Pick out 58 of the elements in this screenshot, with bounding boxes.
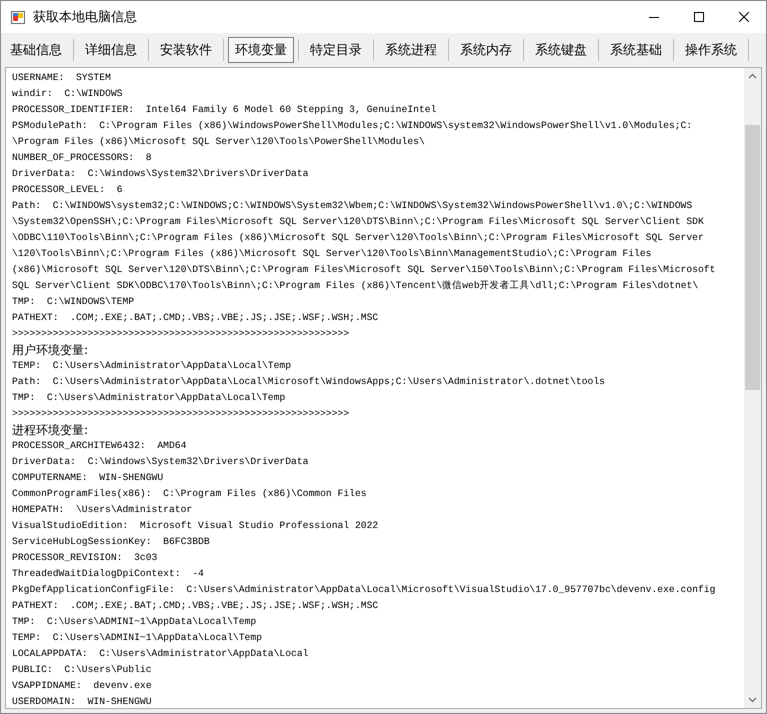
text-line: >>>>>>>>>>>>>>>>>>>>>>>>>>>>>>>>>>>>>>>>>>>>>>>>>>>>>>>>>> [12, 327, 350, 341]
text-line: DriverData: C:\Windows\System32\Drivers\DriverData [12, 167, 308, 181]
text-line: NUMBER_OF_PROCESSORS: 8 [12, 151, 152, 165]
minimize-icon[interactable] [648, 16, 658, 18]
text-line: ThreadedWaitDialogDpiContext: -4 [12, 567, 204, 581]
tab[interactable]: 详细信息 [78, 37, 144, 63]
tab[interactable]: 系统键盘 [528, 37, 594, 63]
text-line: \120\Tools\Binn\;C:\Program Files (x86)\Microsoft SQL Server\120\Tools\Binn\ManagementStudio\;C:\Program Files [12, 247, 652, 261]
text-line: LOCALAPPDATA: C:\Users\Administrator\AppData\Local [12, 647, 308, 661]
tab[interactable]: 系统基础 [603, 37, 669, 63]
text-line: \ODBC\110\Tools\Binn\;C:\Program Files (x86)\Microsoft SQL Server\120\Tools\Binn\;C:\Program Files\Microsoft SQL Server [12, 231, 704, 245]
text-line: PATHEXT: .COM;.EXE;.BAT;.CMD;.VBS;.VBE;.JS;.JSE;.WSF;.WSH;.MSC [12, 599, 378, 613]
text-line: USERNAME: SYSTEM [12, 71, 111, 85]
tab[interactable]: 环境变量 [228, 37, 294, 63]
section-heading: 进程环境变量: [12, 422, 88, 438]
text-line: HOMEPATH: \Users\Administrator [12, 503, 192, 517]
tab[interactable]: 基础信息 [3, 37, 69, 63]
text-line: \System32\OpenSSH\;C:\Program Files\Microsoft SQL Server\120\DTS\Binn\;C:\Program Files\Microsoft SQL Server\Client SDK [12, 215, 704, 229]
scroll-thumb[interactable] [745, 125, 760, 390]
text-line: VisualStudioEdition: Microsoft Visual Studio Professional 2022 [12, 519, 378, 533]
scrollbar[interactable] [744, 68, 761, 708]
text-line: PUBLIC: C:\Users\Public [12, 663, 152, 677]
text-line: USERDOMAIN: WIN-SHENGWU [12, 695, 152, 708]
text-line: PROCESSOR_IDENTIFIER: Intel64 Family 6 Model 60 Stepping 3, GenuineIntel [12, 103, 436, 117]
text-line: TMP: C:\WINDOWS\TEMP [12, 295, 134, 309]
text-line: ServiceHubLogSessionKey: B6FC3BDB [12, 535, 210, 549]
text-line: PROCESSOR_LEVEL: 6 [12, 183, 122, 197]
text-line: \Program Files (x86)\Microsoft SQL Server\120\Tools\PowerShell\Modules\ [12, 135, 425, 149]
window-title: 获取本地电脑信息 [33, 9, 138, 26]
text-line: COMPUTERNAME: WIN-SHENGWU [12, 471, 164, 485]
text-line: TMP: C:\Users\Administrator\AppData\Local\Temp [12, 391, 286, 405]
tab[interactable]: 安装软件 [153, 37, 219, 63]
text-line: TEMP: C:\Users\ADMINI~1\AppData\Local\Temp [12, 631, 262, 645]
text-line: TEMP: C:\Users\Administrator\AppData\Local\Temp [12, 359, 292, 373]
text-line: TMP: C:\Users\ADMINI~1\AppData\Local\Temp [12, 615, 256, 629]
tab[interactable]: 特定目录 [303, 37, 369, 63]
text-line: >>>>>>>>>>>>>>>>>>>>>>>>>>>>>>>>>>>>>>>>>>>>>>>>>>>>>>>>>> [12, 407, 350, 421]
text-line: PROCESSOR_ARCHITEW6432: AMD64 [12, 439, 186, 453]
tab[interactable]: 操作系统 [678, 37, 744, 63]
text-area[interactable] [5, 67, 762, 709]
text-line: PATHEXT: .COM;.EXE;.BAT;.CMD;.VBS;.VBE;.JS;.JSE;.WSF;.WSH;.MSC [12, 311, 378, 325]
text-line: Path: C:\WINDOWS\system32;C:\WINDOWS;C:\WINDOWS\System32\Wbem;C:\WINDOWS\System32\WindowsPowerShell\v1.0\;C:\WINDOWS [12, 199, 692, 213]
text-line: (x86)\Microsoft SQL Server\120\DTS\Binn\;C:\Program Files\Microsoft SQL Server\150\Tools\Binn\;C:\Program Files\Microsoft [12, 263, 716, 277]
text-line: windir: C:\WINDOWS [12, 87, 122, 101]
text-line: Path: C:\Users\Administrator\AppData\Local\Microsoft\WindowsApps;C:\Users\Administrator\.dotnet\tools [12, 375, 605, 389]
section-heading: 用户环境变量: [12, 342, 88, 358]
tab[interactable]: 系统进程 [378, 37, 444, 63]
app-icon [11, 10, 25, 24]
tab[interactable]: 系统内存 [453, 37, 519, 63]
text-line: PkgDefApplicationConfigFile: C:\Users\Administrator\AppData\Local\Microsoft\VisualStudio\17.0_957707bc\devenv.exe.config [12, 583, 716, 597]
text-line: VSAPPIDNAME: devenv.exe [12, 679, 152, 693]
text-line: CommonProgramFiles(x86): C:\Program Files (x86)\Common Files [12, 487, 367, 501]
close-icon[interactable] [738, 12, 748, 22]
text-line: SQL Server\Client SDK\ODBC\170\Tools\Binn\;C:\Program Files (x86)\Tencent\微信web开发者工具\dll;C:\Program Files\dotnet\ [12, 279, 698, 293]
maximize-icon[interactable] [694, 12, 704, 22]
text-line: PSModulePath: C:\Program Files (x86)\WindowsPowerShell\Modules;C:\WINDOWS\system32\WindowsPowerShell\v1.0\Modules;C: [12, 119, 692, 133]
text-line: PROCESSOR_REVISION: 3c03 [12, 551, 158, 565]
text-line: DriverData: C:\Windows\System32\Drivers\DriverData [12, 455, 308, 469]
